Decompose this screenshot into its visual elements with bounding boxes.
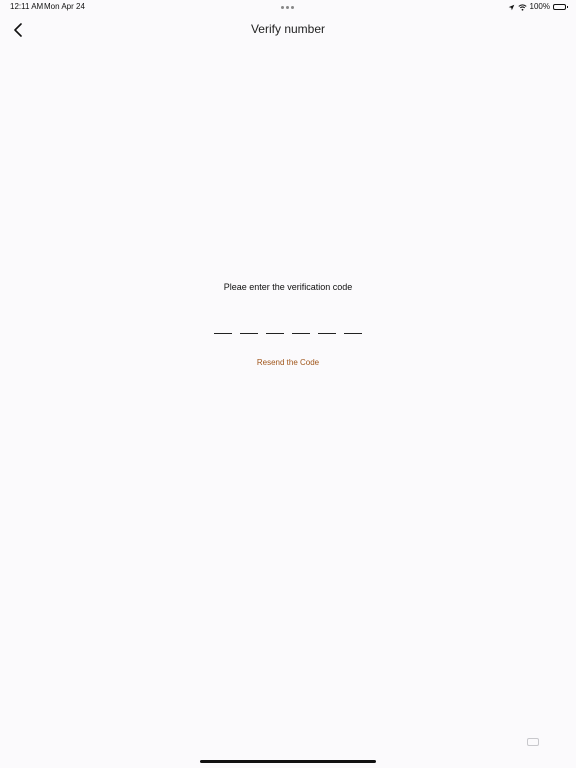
battery-icon: [553, 4, 568, 10]
keyboard-icon[interactable]: [527, 738, 539, 746]
resend-code-link[interactable]: Resend the Code: [0, 358, 576, 367]
status-time: 12:11 AM: [10, 2, 44, 11]
wifi-icon: [517, 3, 527, 11]
location-arrow-icon: [508, 4, 514, 10]
navigation-bar: Verify number: [0, 14, 576, 46]
code-digit-slot-5[interactable]: [318, 318, 336, 334]
home-indicator[interactable]: [200, 760, 376, 763]
status-indicators: 100%: [508, 0, 568, 14]
code-digit-slot-6[interactable]: [344, 318, 362, 334]
battery-percentage: 100%: [529, 2, 550, 11]
verification-prompt: Pleae enter the verification code: [223, 282, 353, 292]
status-date: Mon Apr 24: [44, 2, 85, 11]
code-digit-slot-2[interactable]: [240, 318, 258, 334]
code-digit-slot-3[interactable]: [266, 318, 284, 334]
multitasking-dots-icon[interactable]: [281, 6, 294, 9]
verification-code-input[interactable]: [214, 318, 362, 334]
code-digit-slot-1[interactable]: [214, 318, 232, 334]
code-digit-slot-4[interactable]: [292, 318, 310, 334]
status-bar: 12:11 AM Mon Apr 24 100%: [0, 0, 576, 14]
page-title: Verify number: [250, 22, 326, 36]
